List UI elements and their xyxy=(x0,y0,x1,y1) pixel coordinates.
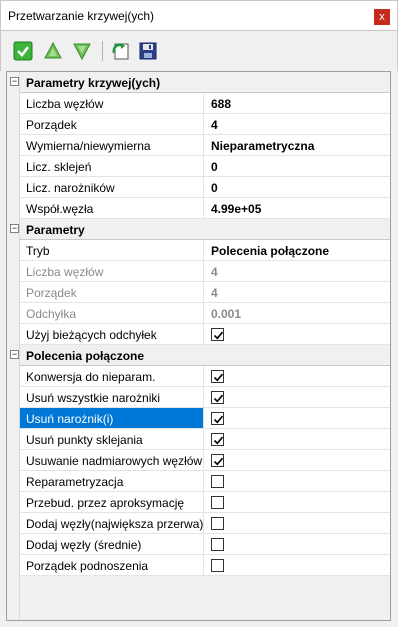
property-row-knot-count-param: Liczba węzłów 4 xyxy=(20,261,390,282)
refresh-icon[interactable] xyxy=(111,41,131,61)
property-row-reparametrization[interactable]: Reparametryzacja xyxy=(20,471,390,492)
property-name: Porządek podnoszenia xyxy=(20,555,204,575)
grid-gutter xyxy=(7,72,20,620)
property-name: Licz. sklejeń xyxy=(20,156,204,176)
property-name: Tryb xyxy=(20,240,204,260)
property-row-order[interactable]: Porządek 4 xyxy=(20,114,390,135)
property-name: Licz. narożników xyxy=(20,177,204,197)
property-name: Konwersja do nieparam. xyxy=(20,366,204,386)
property-name: Porządek xyxy=(20,282,204,302)
property-value: Nieparametryczna xyxy=(211,139,315,153)
property-value: 688 xyxy=(211,97,232,111)
property-name: Dodaj węzły (średnie) xyxy=(20,534,204,554)
property-name: Porządek xyxy=(20,114,204,134)
category-params[interactable]: − Parametry xyxy=(10,219,390,240)
property-name: Przebud. przez aproksymację xyxy=(20,492,204,512)
collapse-icon[interactable]: − xyxy=(10,77,19,86)
property-row-order-param: Porządek 4 xyxy=(20,282,390,303)
property-row-remove-corners[interactable]: Usuń narożnik(i) xyxy=(20,408,390,429)
window-title: Przetwarzanie krzywej(ych) xyxy=(8,9,155,23)
property-value: 0 xyxy=(211,181,218,195)
property-name: Użyj bieżących odchyłek xyxy=(20,324,204,344)
property-row-rebuild-approx[interactable]: Przebud. przez aproksymację xyxy=(20,492,390,513)
property-row-corners[interactable]: Licz. narożników 0 xyxy=(20,177,390,198)
mode-dropdown[interactable]: Polecenia połączone xyxy=(205,240,390,260)
checkbox-unchecked[interactable] xyxy=(211,517,224,530)
property-name: Usuń punkty sklejania xyxy=(20,429,204,449)
checkbox-unchecked[interactable] xyxy=(211,475,224,488)
toolbar xyxy=(0,31,398,71)
property-name: Usuń wszystkie narożniki xyxy=(20,387,204,407)
property-name: Odchyłka xyxy=(20,303,204,323)
property-row-convert-nonparam[interactable]: Konwersja do nieparam. xyxy=(20,366,390,387)
property-value: 4 xyxy=(211,118,218,132)
property-value: 4.99e+05 xyxy=(211,202,262,216)
checkbox-checked[interactable] xyxy=(211,454,224,467)
close-button[interactable]: x xyxy=(374,9,390,25)
property-name: Liczba węzłów xyxy=(20,261,204,281)
property-name: Wymierna/niewymierna xyxy=(20,135,204,155)
property-grid: − Parametry krzywej(ych) Liczba węzłów 6… xyxy=(6,71,391,621)
checkbox-checked[interactable] xyxy=(211,433,224,446)
checkbox-unchecked[interactable] xyxy=(211,559,224,572)
checkbox-checked[interactable] xyxy=(211,391,224,404)
category-label: Parametry krzywej(ych) xyxy=(26,76,161,90)
property-name: Współ.węzła xyxy=(20,198,204,218)
save-icon[interactable] xyxy=(138,41,158,61)
property-row-remove-redundant-knots[interactable]: Usuwanie nadmiarowych węzłów xyxy=(20,450,390,471)
property-row-use-current-tolerance[interactable]: Użyj bieżących odchyłek xyxy=(20,324,390,345)
property-name: Dodaj węzły(największa przerwa) xyxy=(20,513,204,533)
checkbox-unchecked[interactable] xyxy=(211,496,224,509)
property-row-add-knots-largest-gap[interactable]: Dodaj węzły(największa przerwa) xyxy=(20,513,390,534)
collapse-icon[interactable]: − xyxy=(10,350,19,359)
property-row-tolerance: Odchyłka 0.001 xyxy=(20,303,390,324)
property-name: Liczba węzłów xyxy=(20,93,204,113)
property-name: Reparametryzacja xyxy=(20,471,204,491)
checkbox-unchecked[interactable] xyxy=(211,538,224,551)
property-name: Usuń narożnik(i) xyxy=(20,408,204,428)
property-row-degree-elevation[interactable]: Porządek podnoszenia xyxy=(20,555,390,576)
green-checkmark-icon[interactable] xyxy=(13,41,33,61)
property-value: 0 xyxy=(211,160,218,174)
checkbox-checked[interactable] xyxy=(211,328,224,341)
category-label: Polecenia połączone xyxy=(26,349,145,363)
property-row-knot-count[interactable]: Liczba węzłów 688 xyxy=(20,93,390,114)
collapse-icon[interactable]: − xyxy=(10,224,19,233)
property-row-knot-coefficient[interactable]: Współ.węzła 4.99e+05 xyxy=(20,198,390,219)
property-row-joins[interactable]: Licz. sklejeń 0 xyxy=(20,156,390,177)
title-bar: Przetwarzanie krzywej(ych) x xyxy=(0,0,398,31)
property-row-mode[interactable]: Tryb Polecenia połączone xyxy=(20,240,390,261)
checkbox-checked[interactable] xyxy=(211,412,224,425)
property-value: 4 xyxy=(211,286,218,300)
property-name: Usuwanie nadmiarowych węzłów xyxy=(20,450,204,470)
property-row-remove-all-corners[interactable]: Usuń wszystkie narożniki xyxy=(20,387,390,408)
down-triangle-icon[interactable] xyxy=(72,41,92,61)
property-row-add-knots-average[interactable]: Dodaj węzły (średnie) xyxy=(20,534,390,555)
category-label: Parametry xyxy=(26,223,85,237)
property-value: 4 xyxy=(211,265,218,279)
up-triangle-icon[interactable] xyxy=(43,41,63,61)
category-combined-commands[interactable]: − Polecenia połączone xyxy=(10,345,390,366)
checkbox-checked[interactable] xyxy=(211,370,224,383)
property-row-rational[interactable]: Wymierna/niewymierna Nieparametryczna xyxy=(20,135,390,156)
toolbar-separator xyxy=(102,41,103,61)
category-curve-params[interactable]: − Parametry krzywej(ych) xyxy=(10,72,390,93)
property-value: 0.001 xyxy=(211,307,242,321)
property-row-remove-join-points[interactable]: Usuń punkty sklejania xyxy=(20,429,390,450)
